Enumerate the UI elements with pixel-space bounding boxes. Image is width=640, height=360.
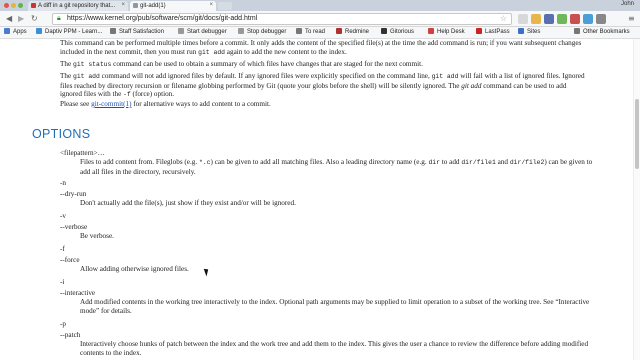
back-arrow-icon[interactable]: ◀ [6, 14, 12, 23]
gitorious-icon [381, 28, 387, 34]
bookmark-sites[interactable]: Sites [518, 28, 540, 35]
extension-icon[interactable] [570, 14, 580, 24]
youtube-favicon-icon [31, 3, 36, 8]
extension-icon[interactable] [531, 14, 541, 24]
emphasis-text: git add [461, 81, 482, 90]
vertical-scrollbar[interactable] [633, 39, 640, 360]
extension-icon[interactable] [557, 14, 567, 24]
option-interactive: --interactive [60, 289, 96, 297]
minimize-window-icon[interactable] [11, 3, 16, 8]
folder-icon [574, 28, 580, 34]
option-dry-run: --dry-run [60, 190, 87, 198]
profile-name[interactable]: John [621, 1, 634, 7]
forward-arrow-icon[interactable]: ▶ [18, 14, 24, 23]
inline-code: git add [72, 73, 100, 80]
inline-code: git add [431, 73, 459, 80]
option-patch-description: Interactively choose hunks of patch betw… [80, 340, 589, 357]
new-tab-button[interactable] [218, 2, 232, 10]
lastpass-icon [476, 28, 482, 34]
tab-strip: A diff in a git repository that... × git… [0, 0, 640, 11]
folder-icon [296, 28, 302, 34]
bookmark-help-desk[interactable]: Help Desk [428, 28, 465, 35]
bookmark-gitorious[interactable]: Gitorious [381, 28, 414, 35]
inline-code: git add [198, 48, 225, 56]
option-n: -n [60, 179, 66, 187]
menu-icon[interactable]: ≡ [628, 14, 635, 23]
apps-grid-icon [4, 28, 10, 34]
bookmarks-bar: Apps Daptiv PPM - Learn... Staff Satisfa… [0, 27, 640, 39]
tab-label: git-add(1) [140, 3, 166, 9]
reload-icon[interactable]: ↻ [31, 14, 38, 23]
bookmark-other[interactable]: Other Bookmarks [574, 28, 630, 35]
page-icon [178, 28, 184, 34]
paragraph-git-status: The git status command can be used to ob… [60, 60, 423, 68]
option-dry-run-description: Don't actually add the file(s), just sho… [80, 199, 296, 207]
folder-icon [110, 28, 116, 34]
bookmark-stop-debugger[interactable]: Stop debugger [238, 28, 286, 35]
git-commit-link[interactable]: git-commit(1) [91, 100, 131, 108]
bookmark-daptiv[interactable]: Daptiv PPM - Learn... [36, 28, 102, 35]
tab-git-add[interactable]: git-add(1) × [130, 1, 216, 11]
sites-icon [518, 28, 524, 34]
option-force-description: Allow adding otherwise ignored files. [80, 265, 189, 273]
address-bar[interactable]: 🔒︎ https://www.kernel.org/pub/software/s… [52, 13, 512, 25]
url-text: https://www.kernel.org/pub/software/scm/… [67, 15, 258, 22]
extension-icon[interactable] [544, 14, 554, 24]
scrollbar-thumb[interactable] [635, 99, 639, 169]
paragraph-ignored-files: The git add command will not add ignored… [60, 72, 585, 99]
daptiv-icon [36, 28, 42, 34]
bookmark-staff-satisfaction[interactable]: Staff Satisfaction [110, 28, 164, 35]
option-v: -v [60, 212, 66, 220]
option-filepattern-description: Files to add content from. Fileglobs (e.… [80, 158, 593, 176]
bookmark-star-icon[interactable]: ☆ [500, 14, 507, 23]
page-icon [238, 28, 244, 34]
tab-git-diff[interactable]: A diff in a git repository that... × [28, 1, 128, 11]
option-verbose: --verbose [60, 223, 88, 231]
close-tab-icon[interactable]: × [121, 2, 125, 8]
lock-icon: 🔒︎ [57, 15, 61, 22]
extension-icon[interactable] [583, 14, 593, 24]
inline-code: dir [428, 159, 440, 166]
redmine-icon [336, 28, 342, 34]
option-patch: --patch [60, 331, 81, 339]
helpdesk-icon [428, 28, 434, 34]
option-f: -f [60, 245, 65, 253]
tab-label: A diff in a git repository that... [38, 3, 116, 9]
option-force: --force [60, 256, 80, 264]
close-window-icon[interactable] [4, 3, 9, 8]
inline-code: dir/file2 [509, 159, 545, 166]
option-interactive-description: Add modified contents in the working tre… [80, 298, 590, 315]
maximize-window-icon[interactable] [18, 3, 23, 8]
page-favicon-icon [133, 3, 138, 8]
bookmark-redmine[interactable]: Redmine [336, 28, 369, 35]
option-filepattern: <filepattern>… [60, 149, 105, 157]
inline-code: git status [72, 61, 112, 68]
close-tab-icon[interactable]: × [209, 2, 213, 8]
option-verbose-description: Be verbose. [80, 232, 114, 240]
inline-code: *.c [198, 159, 211, 166]
bookmark-lastpass[interactable]: LastPass [476, 28, 510, 35]
bookmark-start-debugger[interactable]: Start debugger [178, 28, 227, 35]
bookmark-to-read[interactable]: To read [296, 28, 325, 35]
option-p: -p [60, 320, 66, 328]
option-i: -i [60, 278, 65, 286]
paragraph-see-commit: Please see git-commit(1) for alternative… [60, 100, 271, 108]
page-content: This command can be performed multiple t… [0, 39, 640, 360]
bookmark-apps[interactable]: Apps [4, 28, 27, 35]
inline-code: -f [123, 91, 131, 99]
extension-icon[interactable] [518, 14, 528, 24]
paragraph-multiple-times: This command can be performed multiple t… [60, 39, 582, 56]
options-heading: OPTIONS [32, 127, 91, 141]
inline-code: dir/file1 [461, 159, 496, 166]
extension-icon[interactable] [596, 14, 606, 24]
browser-toolbar: ◀ ▶ ↻ 🔒︎ https://www.kernel.org/pub/soft… [0, 11, 640, 27]
